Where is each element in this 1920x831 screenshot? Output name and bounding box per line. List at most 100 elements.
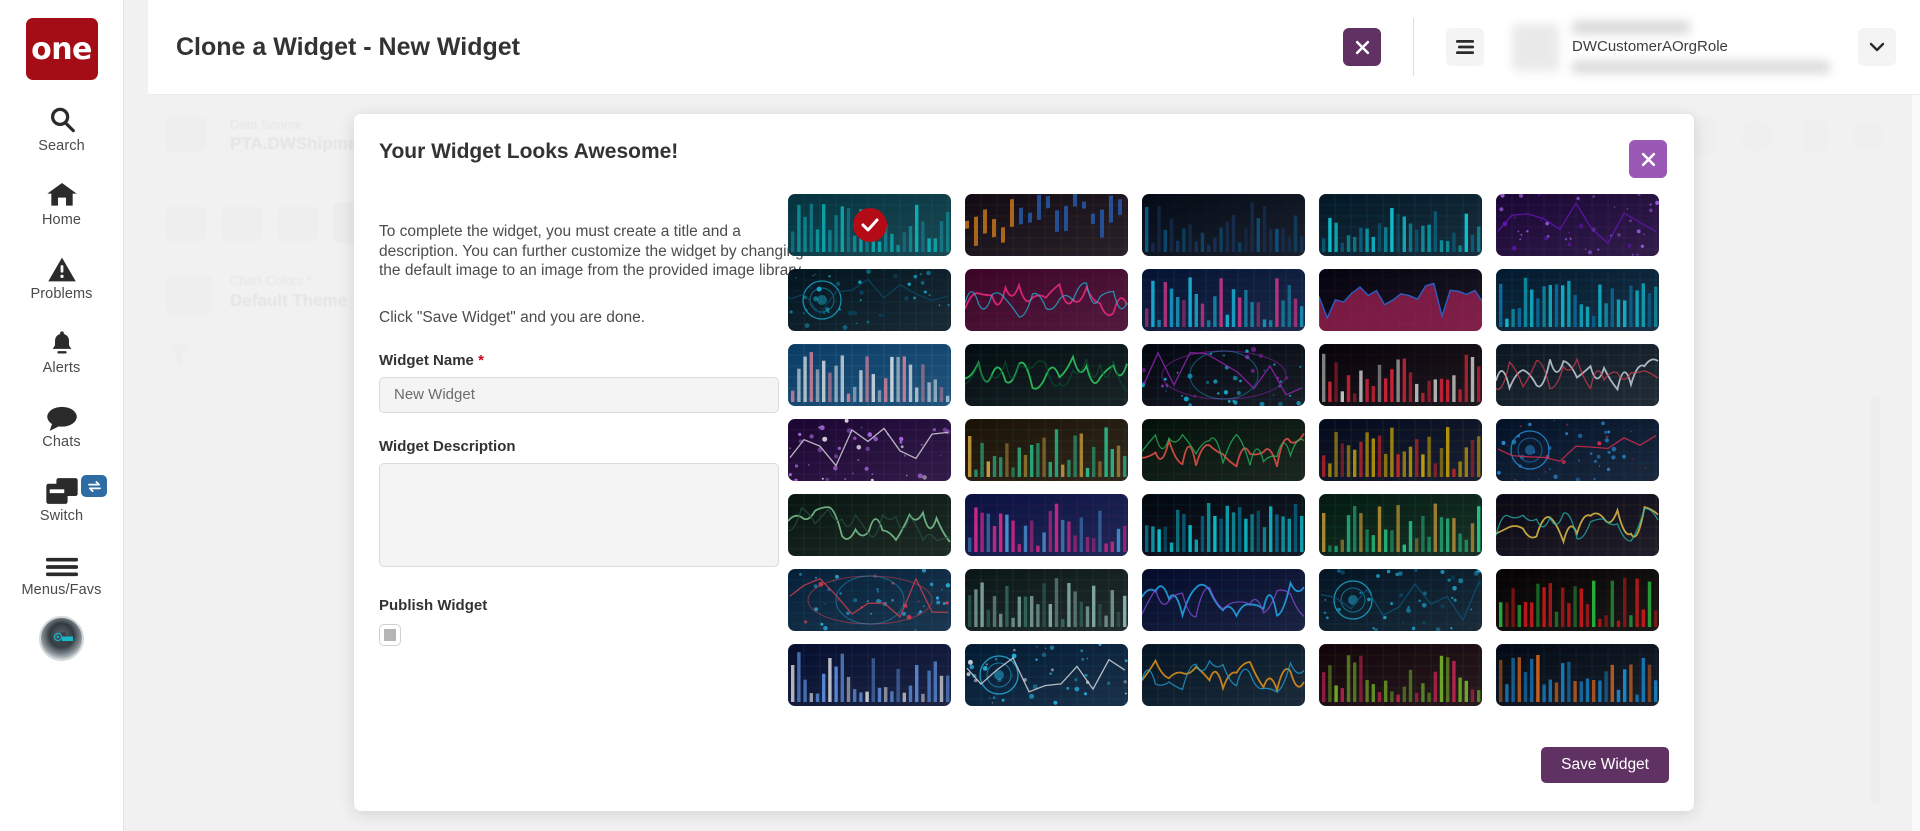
bar-horizontal-icon [222, 207, 262, 241]
sidebar-item-search[interactable]: Search [0, 105, 123, 154]
sidebar-item-label: Alerts [43, 360, 81, 376]
sidebar-item-label: Home [42, 212, 81, 228]
data-source-label: Data Source [230, 117, 302, 132]
library-image-orange-blue-waves[interactable] [1142, 644, 1305, 706]
sidebar-item-label: Problems [30, 286, 92, 302]
user-org-redacted [1572, 61, 1830, 73]
library-image-grey-line-grid[interactable] [1496, 344, 1659, 406]
data-source-value: PTA.DWShipment [230, 134, 373, 154]
app-logo[interactable]: one [26, 18, 98, 80]
top-header: Clone a Widget - New Widget DWCustomerAO… [148, 0, 1920, 95]
library-image-navy-candle-network[interactable] [788, 644, 951, 706]
sidebar-item-label: Menus/Favs [22, 582, 102, 598]
library-image-cyan-spike-chart[interactable] [1142, 494, 1305, 556]
chart-colors-label: Chart Colors * [230, 273, 312, 288]
gear-icon [1742, 121, 1772, 151]
user-role: DWCustomerAOrgRole [1572, 38, 1844, 56]
required-asterisk: * [478, 352, 484, 369]
modal-heading: Your Widget Looks Awesome! [379, 140, 809, 164]
library-image-holographic-screens[interactable] [1319, 569, 1482, 631]
library-image-blue-red-sphere-data[interactable] [1496, 419, 1659, 481]
library-image-orange-blue-chart[interactable] [965, 194, 1128, 256]
sidebar-item-alerts[interactable]: Alerts [0, 327, 123, 376]
library-image-dark-blue-ticker-blur[interactable] [1496, 644, 1659, 706]
library-image-blue-red-signal-map[interactable] [788, 569, 951, 631]
page-scrollbar[interactable] [1871, 395, 1880, 805]
library-image-pink-blue-mountain[interactable] [1319, 269, 1482, 331]
library-image-neon-rainbow-bars[interactable] [1319, 419, 1482, 481]
bell-icon [48, 327, 76, 357]
sidebar-item-chats[interactable]: Chats [0, 401, 123, 450]
swap-arrows-icon[interactable] [81, 475, 107, 497]
hamburger-icon [46, 549, 78, 579]
library-image-violet-dot-network[interactable] [788, 419, 951, 481]
sidebar-item-menus-favs[interactable]: Menus/Favs [0, 549, 123, 598]
modal-paragraph-2: Click "Save Widget" and you are done. [379, 309, 809, 327]
library-image-red-green-number-five[interactable] [1496, 569, 1659, 631]
sidebar-item-label: Search [38, 138, 85, 154]
avatar [1512, 24, 1559, 71]
library-image-green-smooth-curve[interactable] [965, 344, 1128, 406]
save-widget-button[interactable]: Save Widget [1541, 747, 1669, 783]
library-image-magenta-glitch-lines[interactable] [965, 269, 1128, 331]
app-logo-text: one [31, 32, 92, 67]
library-image-teal-grey-growth[interactable] [965, 569, 1128, 631]
widget-description-textarea[interactable] [379, 463, 779, 567]
user-account-block[interactable]: DWCustomerAOrgRole [1512, 21, 1920, 73]
header-actions: DWCustomerAOrgRole [1343, 0, 1920, 94]
library-image-world-map-network[interactable] [1142, 344, 1305, 406]
user-menu-chevron-down-icon[interactable] [1858, 28, 1896, 66]
modal-form-panel: Your Widget Looks Awesome! To complete t… [379, 140, 809, 646]
left-sidebar: one Search Home Problems Alerts [0, 0, 124, 831]
library-image-teal-candlestick-bars[interactable] [788, 194, 951, 256]
library-image-cyan-peaks-graph[interactable] [1319, 194, 1482, 256]
widget-details-modal: Your Widget Looks Awesome! To complete t… [354, 114, 1694, 811]
widget-name-input[interactable] [379, 377, 779, 413]
print-icon [1854, 123, 1882, 149]
list-icon [166, 117, 206, 151]
chart-colors-value: Default Theme [230, 291, 347, 311]
windows-stack-icon [45, 475, 79, 505]
bar-vertical-icon [278, 207, 318, 241]
menu-button[interactable] [1446, 28, 1484, 66]
widget-description-label: Widget Description [379, 438, 809, 455]
library-image-cyan-ascending-bars[interactable] [1496, 269, 1659, 331]
library-image-green-gold-analytics[interactable] [1319, 494, 1482, 556]
table-icon [166, 207, 206, 241]
close-page-button[interactable] [1343, 28, 1381, 66]
library-image-warm-green-ticker[interactable] [965, 419, 1128, 481]
widget-name-label-text: Widget Name [379, 352, 474, 369]
library-image-red-green-oscillator[interactable] [1142, 419, 1305, 481]
library-image-red-candle-cluster[interactable] [1319, 344, 1482, 406]
user-name-redacted [1572, 21, 1690, 34]
sidebar-item-switch[interactable]: Switch [0, 475, 123, 524]
library-image-purple-particle-wave[interactable] [1496, 194, 1659, 256]
publish-widget-checkbox[interactable] [379, 624, 401, 646]
check-circle-icon [853, 208, 887, 242]
image-library-grid [788, 194, 1659, 706]
library-image-pink-blue-bar-board[interactable] [965, 494, 1128, 556]
chat-bubble-icon [46, 401, 78, 431]
library-image-white-blue-candles[interactable] [788, 344, 951, 406]
library-image-dark-green-trend[interactable] [788, 494, 951, 556]
sidebar-item-problems[interactable]: Problems [0, 253, 123, 302]
chevron-down-icon [166, 275, 212, 315]
export-icon [1802, 121, 1828, 151]
page-title: Clone a Widget - New Widget [176, 33, 520, 62]
header-divider [1413, 18, 1414, 76]
modal-paragraph-1: To complete the widget, you must create … [379, 222, 809, 281]
library-image-hud-globe-dashboard[interactable] [788, 269, 951, 331]
library-image-colorful-market-table[interactable] [1319, 644, 1482, 706]
modal-close-button[interactable] [1629, 140, 1667, 178]
search-icon [47, 105, 77, 135]
library-image-yellow-teal-sunset[interactable] [1496, 494, 1659, 556]
sidebar-item-home[interactable]: Home [0, 179, 123, 228]
window-scrollbar[interactable] [1912, 0, 1920, 831]
library-image-blue-circular-hud[interactable] [965, 644, 1128, 706]
filter-icon [166, 345, 192, 367]
library-image-blue-violet-oscillation[interactable] [1142, 569, 1305, 631]
library-image-dark-terminal-board[interactable] [1142, 194, 1305, 256]
warning-triangle-icon [47, 253, 77, 283]
library-image-blue-pink-bar-wall[interactable] [1142, 269, 1305, 331]
ai-head-avatar-icon[interactable] [39, 616, 84, 661]
